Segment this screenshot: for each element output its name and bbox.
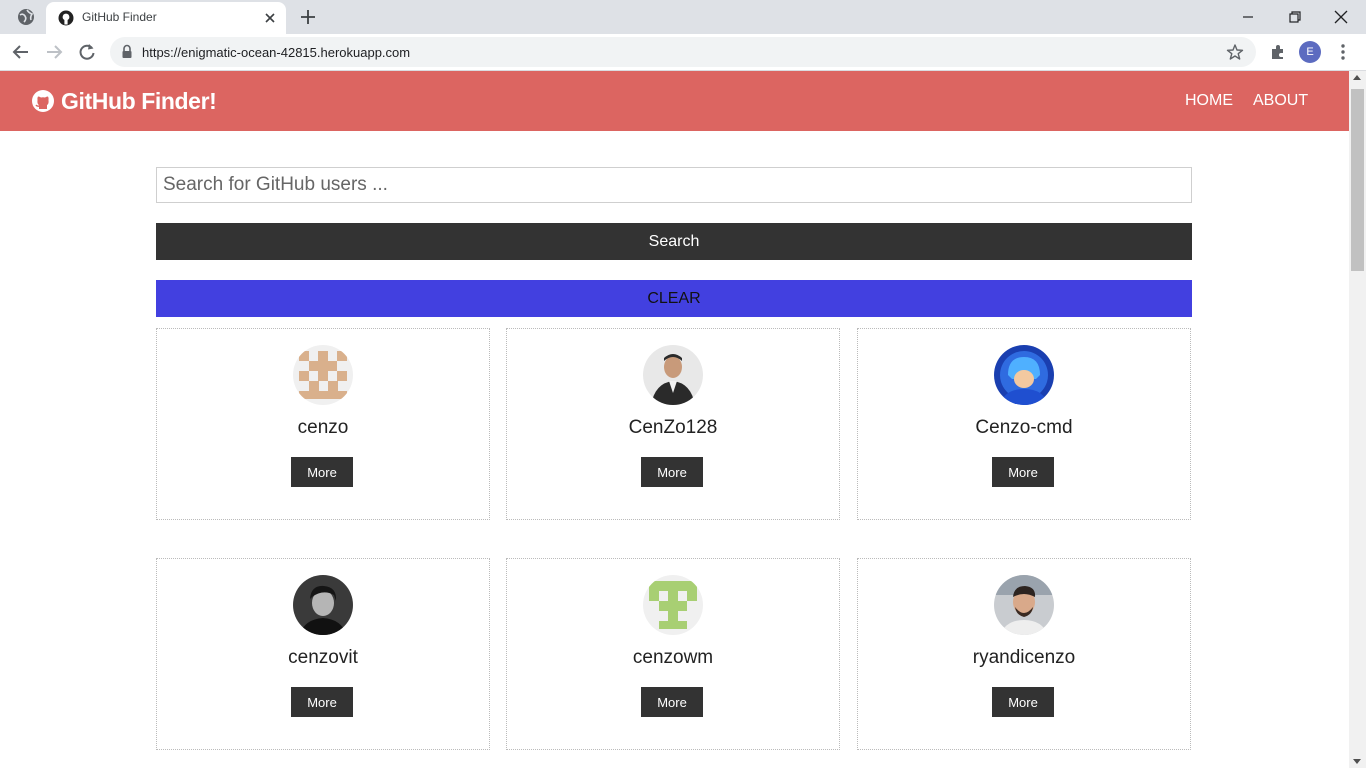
user-login: cenzo	[297, 417, 349, 438]
user-login: ryandicenzo	[972, 647, 1076, 668]
reload-icon[interactable]	[77, 42, 97, 62]
user-avatar	[293, 575, 353, 635]
clear-button[interactable]: CLEAR	[156, 280, 1192, 317]
close-window-icon[interactable]	[1330, 6, 1352, 28]
user-login: cenzowm	[632, 647, 714, 668]
user-avatar	[643, 575, 703, 635]
profile-avatar[interactable]: E	[1299, 41, 1321, 63]
nav-link-about[interactable]: ABOUT	[1253, 92, 1308, 110]
tab-title: GitHub Finder	[82, 10, 157, 24]
github-logo-icon	[32, 90, 54, 112]
user-login: CenZo128	[628, 417, 718, 438]
user-card: Cenzo-cmd More	[857, 328, 1191, 520]
scroll-thumb[interactable]	[1351, 89, 1364, 271]
forward-arrow-icon[interactable]	[44, 42, 64, 62]
user-card: cenzo More	[156, 328, 490, 520]
minimize-icon[interactable]	[1237, 6, 1259, 28]
browser-tab-active[interactable]: GitHub Finder	[46, 2, 286, 34]
more-button[interactable]: More	[992, 687, 1054, 717]
more-button[interactable]: More	[992, 457, 1054, 487]
page-viewport: GitHub Finder! HOME ABOUT Search CLEAR c…	[0, 71, 1349, 768]
restore-icon[interactable]	[1284, 6, 1306, 28]
browser-tab-bar: GitHub Finder	[0, 0, 1366, 34]
globe-icon[interactable]	[17, 8, 35, 26]
search-button[interactable]: Search	[156, 223, 1192, 260]
more-button[interactable]: More	[641, 687, 703, 717]
user-avatar	[643, 345, 703, 405]
user-avatar	[994, 575, 1054, 635]
github-favicon-icon	[58, 10, 74, 26]
nav-link-home[interactable]: HOME	[1185, 92, 1233, 110]
extensions-puzzle-icon[interactable]	[1268, 42, 1288, 62]
new-tab-plus-icon[interactable]	[298, 7, 318, 27]
brand[interactable]: GitHub Finder!	[31, 87, 217, 114]
brand-title: GitHub Finder!	[61, 87, 217, 114]
address-bar[interactable]: https://enigmatic-ocean-42815.herokuapp.…	[110, 37, 1256, 67]
close-tab-icon[interactable]	[262, 10, 278, 26]
more-vert-icon[interactable]	[1333, 42, 1353, 62]
user-card: cenzovit More	[156, 558, 490, 750]
user-avatar	[994, 345, 1054, 405]
navbar: GitHub Finder! HOME ABOUT	[0, 71, 1349, 131]
browser-toolbar: https://enigmatic-ocean-42815.herokuapp.…	[0, 34, 1366, 71]
user-login: Cenzo-cmd	[975, 417, 1073, 438]
page-scrollbar[interactable]	[1349, 71, 1366, 768]
back-arrow-icon[interactable]	[11, 42, 31, 62]
user-login: cenzovit	[288, 647, 358, 668]
bookmark-star-icon[interactable]	[1226, 43, 1244, 61]
scroll-down-arrow-icon[interactable]	[1353, 759, 1361, 764]
user-avatar	[293, 345, 353, 405]
lock-icon[interactable]	[120, 44, 134, 60]
user-card: CenZo128 More	[506, 328, 840, 520]
url-text[interactable]: https://enigmatic-ocean-42815.herokuapp.…	[142, 45, 410, 60]
more-button[interactable]: More	[291, 457, 353, 487]
scroll-up-arrow-icon[interactable]	[1353, 75, 1361, 80]
more-button[interactable]: More	[291, 687, 353, 717]
search-input[interactable]	[156, 167, 1192, 203]
user-card: ryandicenzo More	[857, 558, 1191, 750]
more-button[interactable]: More	[641, 457, 703, 487]
user-card: cenzowm More	[506, 558, 840, 750]
